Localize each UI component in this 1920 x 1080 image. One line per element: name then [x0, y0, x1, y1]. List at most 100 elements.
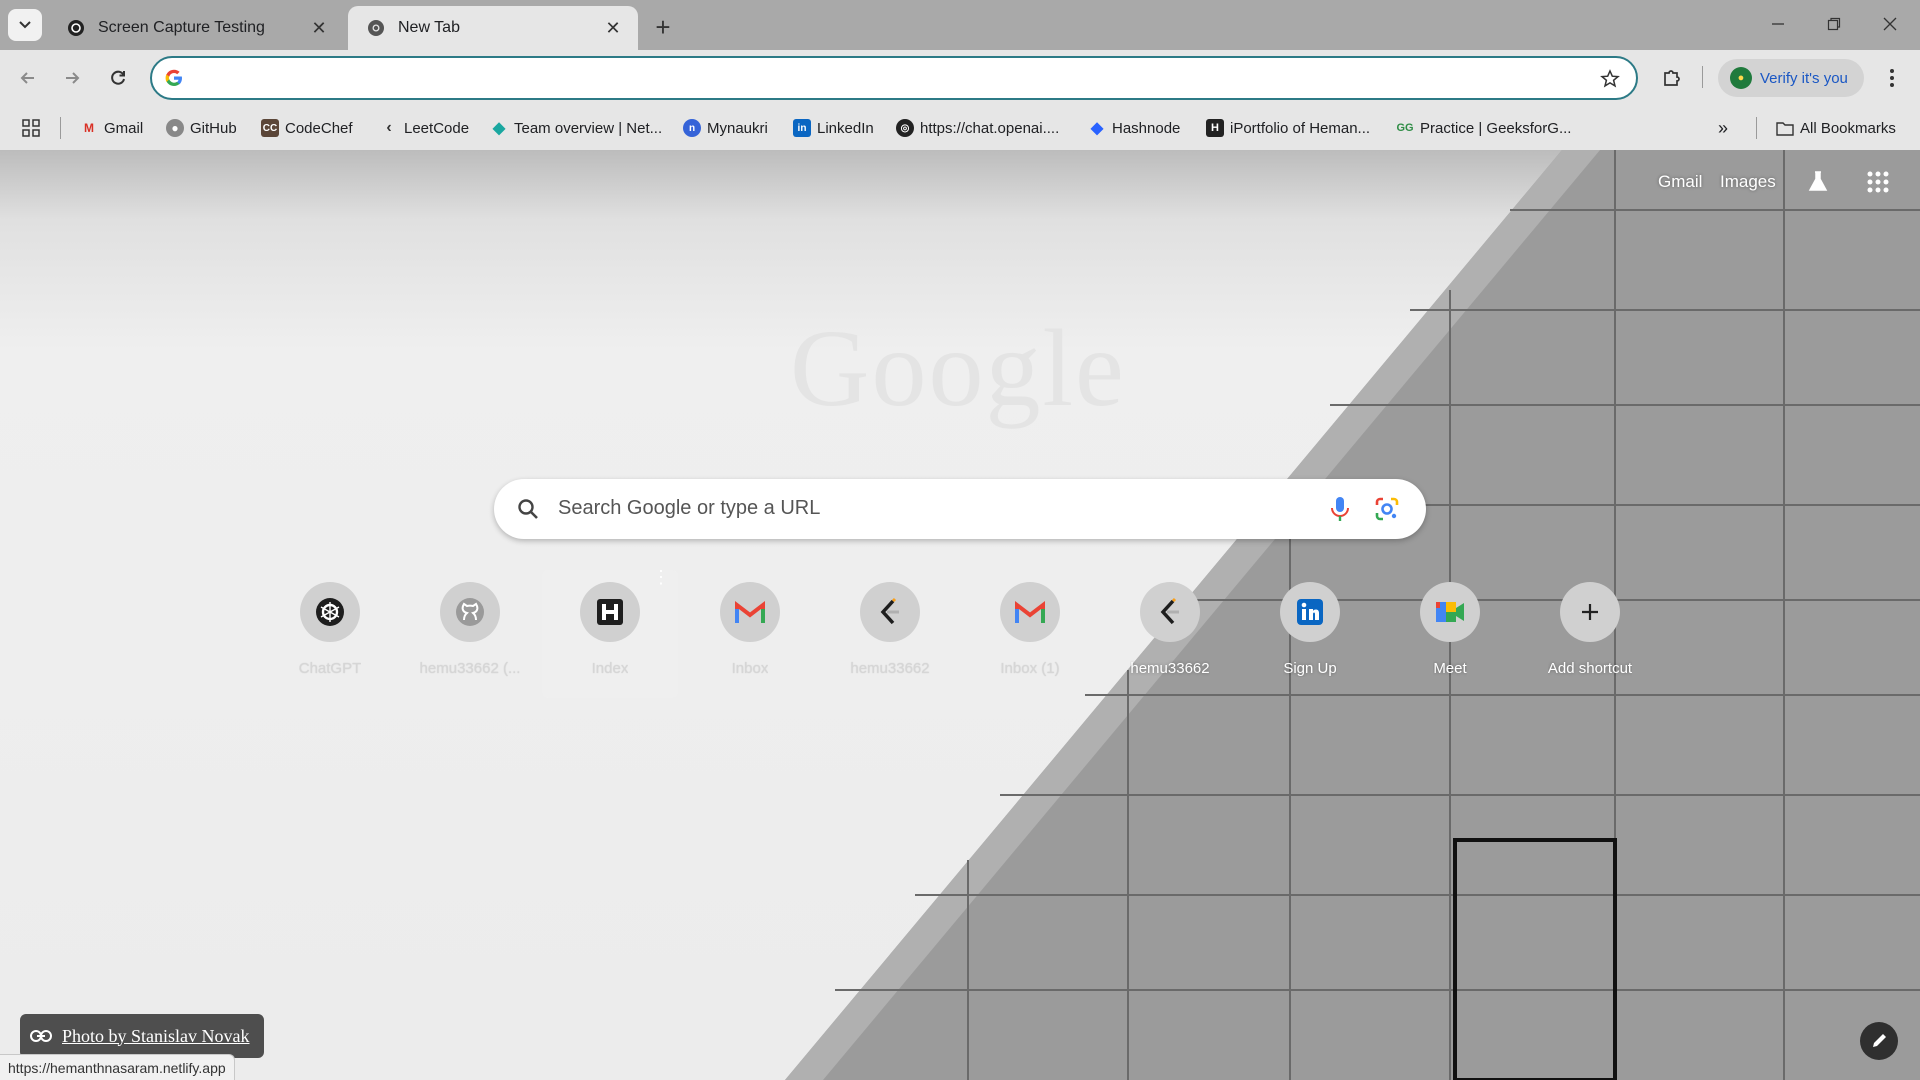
profile-verify-button[interactable]: ● Verify it's you: [1718, 59, 1864, 97]
meet-icon: [1420, 582, 1480, 642]
more-vert-icon: [1890, 69, 1894, 87]
codechef-icon: CC: [261, 119, 279, 137]
labs-flask-icon[interactable]: [1806, 170, 1830, 199]
apps-button[interactable]: [22, 116, 40, 140]
shortcut-meet[interactable]: Meet: [1382, 570, 1518, 698]
close-icon[interactable]: ✕: [308, 17, 330, 39]
leetcode-icon: [1140, 582, 1200, 642]
leetcode-icon: [860, 582, 920, 642]
bookmark-codechef[interactable]: CC CodeChef: [261, 116, 353, 140]
ntp-search-box[interactable]: Search Google or type a URL: [494, 479, 1426, 539]
status-bubble-url: https://hemanthnasaram.netlify.app: [0, 1054, 235, 1080]
shortcut-label: Add shortcut: [1547, 660, 1633, 677]
bookmark-chat-openai[interactable]: ◎ https://chat.openai....: [896, 116, 1059, 140]
bookmark-netlify[interactable]: ◆ Team overview | Net...: [490, 116, 662, 140]
shortcut-chatgpt[interactable]: ChatGPT: [262, 570, 398, 698]
google-apps-icon[interactable]: [1866, 170, 1890, 199]
images-link[interactable]: Images: [1720, 172, 1776, 192]
github-icon: [440, 582, 500, 642]
tab-title: New Tab: [398, 19, 460, 36]
minimize-icon: [1772, 23, 1784, 25]
all-bookmarks-button[interactable]: All Bookmarks: [1776, 116, 1896, 140]
forward-button[interactable]: [54, 60, 90, 96]
bookmark-github[interactable]: ● GitHub: [166, 116, 237, 140]
all-bookmarks-label: All Bookmarks: [1800, 119, 1896, 137]
reload-button[interactable]: [100, 60, 136, 96]
tab-screen-capture-testing[interactable]: Screen Capture Testing ✕: [48, 6, 344, 50]
close-window-button[interactable]: [1862, 0, 1918, 48]
bookmark-geeksforgeeks[interactable]: GG Practice | GeeksforG...: [1396, 116, 1571, 140]
tab-strip: Screen Capture Testing ✕ New Tab ✕ +: [0, 0, 1920, 50]
extensions-button[interactable]: [1654, 60, 1690, 96]
plus-icon: +: [655, 11, 671, 42]
bookmark-mynaukri[interactable]: n Mynaukri: [683, 116, 768, 140]
minimize-button[interactable]: [1750, 0, 1806, 48]
bookmarks-divider: [60, 117, 61, 139]
photo-credit-link[interactable]: Photo by Stanislav Novak: [20, 1014, 264, 1058]
shortcut-leetcode-2[interactable]: hemu33662: [1102, 570, 1238, 698]
linkedin-icon: in: [793, 119, 811, 137]
close-icon[interactable]: ✕: [602, 17, 624, 39]
back-button[interactable]: [10, 60, 46, 96]
shortcut-label: Inbox: [731, 660, 769, 677]
microphone-icon[interactable]: [1326, 494, 1354, 524]
address-input[interactable]: [200, 66, 1540, 92]
puzzle-icon: [1664, 70, 1680, 86]
chevron-down-icon: [19, 21, 31, 29]
chevron-double-right-icon: »: [1718, 117, 1729, 138]
more-vert-icon[interactable]: ⋮: [652, 568, 670, 586]
restore-button[interactable]: [1806, 0, 1862, 48]
hashnode-icon: ◆: [1090, 120, 1104, 137]
bookmark-iportfolio[interactable]: H iPortfolio of Heman...: [1206, 116, 1370, 140]
google-g-icon: [165, 69, 182, 86]
tab-search-button[interactable]: [8, 9, 42, 41]
tab-title: Screen Capture Testing: [98, 19, 265, 36]
toolbar: ● Verify it's you: [0, 50, 1920, 106]
photo-credit-text: Photo by Stanislav Novak: [62, 1025, 250, 1046]
toolbar-divider: [1702, 66, 1703, 88]
customize-button[interactable]: [1860, 1022, 1898, 1060]
netlify-icon: ◆: [492, 120, 506, 137]
bookmark-leetcode[interactable]: ‹ LeetCode: [380, 116, 469, 140]
new-tab-button[interactable]: +: [648, 12, 678, 42]
profile-avatar-icon: ●: [1730, 67, 1752, 89]
shortcut-leetcode-1[interactable]: hemu33662: [822, 570, 958, 698]
shortcut-sign-up[interactable]: Sign Up: [1242, 570, 1378, 698]
shortcut-label: Inbox (1): [1000, 660, 1060, 677]
apps-grid-icon: [22, 119, 40, 137]
bookmarks-bar: M Gmail ● GitHub CC CodeChef ‹ LeetCode …: [0, 106, 1920, 150]
bookmark-label: LeetCode: [404, 119, 470, 137]
bookmark-label: Hashnode: [1112, 119, 1181, 137]
bookmark-label: LinkedIn: [817, 119, 874, 137]
google-lens-icon[interactable]: [1372, 494, 1402, 524]
geeksforgeeks-icon: GG: [1396, 122, 1414, 134]
chatgpt-icon: [300, 582, 360, 642]
link-icon: [30, 1030, 52, 1042]
bookmark-gmail[interactable]: M Gmail: [80, 116, 143, 140]
bookmarks-divider: [1756, 117, 1757, 139]
shortcut-index[interactable]: ⋮ Index: [542, 568, 678, 698]
google-logo: Google: [790, 307, 1126, 429]
bookmark-linkedin[interactable]: in LinkedIn: [793, 116, 874, 140]
chatgpt-icon: [66, 18, 86, 38]
folder-icon: [1776, 119, 1794, 137]
address-bar[interactable]: [150, 56, 1638, 100]
tab-new-tab[interactable]: New Tab ✕: [348, 6, 638, 50]
hashnode-h-icon: [580, 582, 640, 642]
pencil-icon: [1873, 1034, 1886, 1047]
bookmark-hashnode[interactable]: ◆ Hashnode: [1088, 116, 1181, 140]
shortcut-label: hemu33662 (...: [419, 660, 521, 677]
shortcut-add[interactable]: Add shortcut: [1522, 570, 1658, 698]
arrow-right-icon: [66, 72, 80, 84]
shortcut-label: Sign Up: [1283, 660, 1337, 677]
menu-button[interactable]: [1874, 60, 1910, 96]
gmail-link[interactable]: Gmail: [1658, 172, 1702, 192]
bookmarks-overflow-button[interactable]: »: [1718, 116, 1728, 140]
shortcut-github[interactable]: hemu33662 (...: [402, 570, 538, 698]
shortcut-inbox-1[interactable]: Inbox (1): [962, 570, 1098, 698]
linkedin-icon: [1280, 582, 1340, 642]
bookmark-star-icon[interactable]: [1598, 67, 1622, 91]
reload-icon: [111, 70, 125, 85]
shortcut-inbox[interactable]: Inbox: [682, 570, 818, 698]
shortcut-label: Index: [591, 660, 629, 677]
